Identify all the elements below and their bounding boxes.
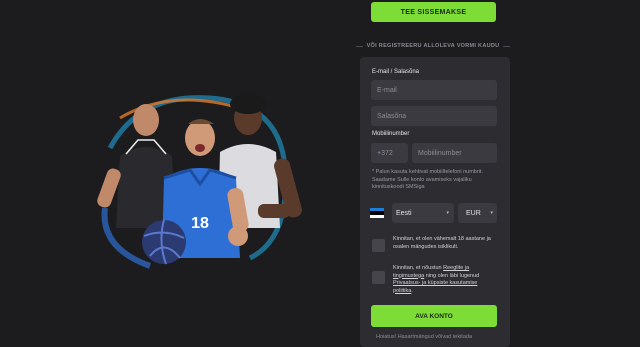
terms-prefix: Kinnitan, et nõustun (393, 265, 444, 271)
mobile-placeholder: Mobiilinumber (418, 149, 462, 157)
terms-consent-text: Kinnitan, et nõustun Reeglite ja tingimu… (393, 265, 493, 295)
email-input[interactable]: E-mail (371, 80, 497, 100)
age-consent-checkbox[interactable] (372, 239, 385, 252)
athletes-illustration: 18 (97, 94, 302, 269)
mobile-label: Mobiilinumber (372, 131, 410, 137)
country-code: +372 (377, 149, 393, 157)
volleyball (142, 219, 186, 265)
terms-consent-row: Kinnitan, et nõustun Reeglite ja tingimu… (372, 265, 493, 295)
currency-select[interactable]: EUR ▾ (458, 203, 497, 223)
email-placeholder: E-mail (377, 86, 397, 94)
password-placeholder: Salasõna (377, 112, 407, 120)
deposit-button[interactable]: TEE SISSEMAKSE (371, 2, 496, 22)
country-select[interactable]: Eesti ▾ (392, 203, 454, 223)
age-consent-row: Kinnitan, et olen vähemalt 18 aastane ja… (372, 236, 493, 252)
divider-line-right (503, 45, 511, 47)
flag-stripe-white (370, 214, 384, 218)
country-value: Eesti (396, 209, 412, 217)
divider-text: VÕI REGISTREERU ALLOLEVA VORMI KAUDU (366, 43, 500, 49)
age-consent-text: Kinnitan, et olen vähemalt 18 aastane ja… (393, 236, 491, 250)
chevron-down-icon: ▾ (446, 210, 449, 216)
terms-suffix: . (411, 287, 413, 294)
country-code-input[interactable]: +372 (371, 143, 408, 163)
password-input[interactable]: Salasõna (371, 106, 497, 126)
register-divider: VÕI REGISTREERU ALLOLEVA VORMI KAUDU (356, 40, 511, 52)
mobile-input[interactable]: Mobiilinumber (412, 143, 497, 163)
registration-form (360, 57, 510, 347)
divider-line-left (356, 45, 363, 47)
open-account-button[interactable]: AVA KONTO (371, 305, 497, 327)
estonia-flag-icon (370, 208, 384, 218)
terms-mid: ning olen läbi lugenud (424, 272, 480, 279)
currency-value: EUR (466, 209, 481, 217)
chevron-down-icon: ▾ (490, 210, 493, 216)
gambling-warning: Hoiatus! Hasartmängud võivad tekitada (376, 334, 472, 340)
terms-consent-checkbox[interactable] (372, 271, 385, 284)
email-password-label: E-mail / Salasõna (372, 69, 420, 75)
privacy-policy-link[interactable]: Privaatsus- ja küpsiste kasutamise polii… (393, 280, 477, 294)
mobile-note: * Palun kasuta kehtivat mobiiltelefoni n… (372, 169, 483, 190)
jersey-number: 18 (191, 215, 209, 232)
